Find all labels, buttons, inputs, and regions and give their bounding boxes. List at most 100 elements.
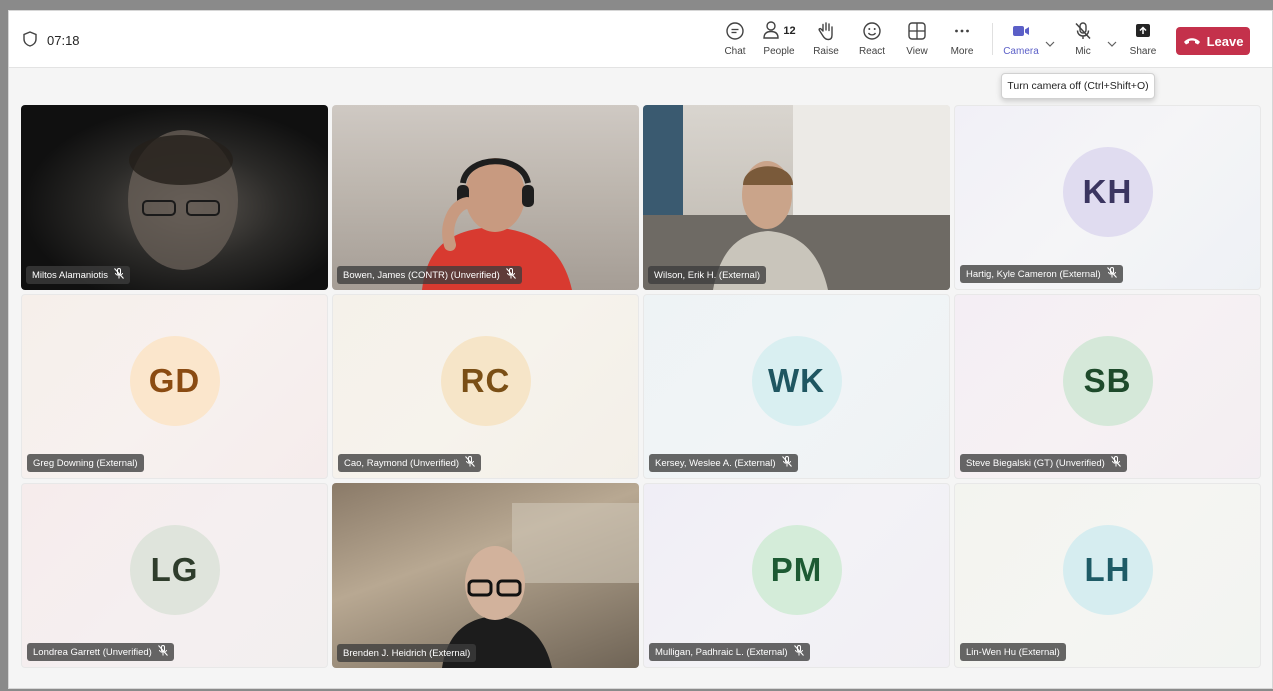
participant-tile-video[interactable]: Miltos Alamaniotis — [21, 105, 328, 290]
mic-muted-icon — [781, 456, 792, 470]
participant-name-tag: Steve Biegalski (GT) (Unverified) — [960, 454, 1127, 472]
participant-avatar: RC — [440, 336, 531, 426]
leave-label: Leave — [1206, 33, 1244, 49]
video-feed — [21, 105, 328, 290]
more-label: More — [950, 46, 974, 57]
video-feed — [332, 483, 639, 668]
participant-tile-avatar[interactable]: RC Cao, Raymond (Unverified) — [332, 294, 639, 479]
participant-name: Greg Downing (External) — [33, 457, 138, 469]
participant-name: Kersey, Weslee A. (External) — [655, 457, 776, 469]
mic-muted-icon — [1106, 267, 1117, 281]
participant-name: Brenden J. Heidrich (External) — [343, 647, 471, 659]
participant-silhouette — [442, 503, 639, 668]
participant-name: Mulligan, Padhraic L. (External) — [655, 646, 788, 658]
participant-silhouette — [128, 130, 238, 270]
participant-tile-video[interactable]: Brenden J. Heidrich (External) — [332, 483, 639, 668]
participant-avatar: GD — [129, 336, 220, 426]
smiley-icon — [862, 19, 882, 43]
meeting-timer: 07:18 — [23, 31, 80, 50]
react-button[interactable]: React — [850, 17, 894, 63]
raise-hand-icon — [817, 19, 835, 43]
mic-muted-icon — [465, 456, 476, 470]
share-button[interactable]: Share — [1121, 17, 1165, 63]
mic-options-chevron-icon[interactable] — [1105, 37, 1119, 51]
participant-avatar: WK — [751, 336, 842, 426]
chat-icon — [725, 19, 745, 43]
participant-name: Wilson, Erik H. (External) — [654, 269, 761, 281]
chat-label: Chat — [724, 46, 746, 57]
participant-avatar: PM — [751, 525, 842, 615]
participant-name-tag: Miltos Alamaniotis — [26, 266, 131, 284]
participant-name: Cao, Raymond (Unverified) — [344, 457, 460, 469]
participant-avatar: KH — [1062, 147, 1153, 237]
mic-muted-icon — [793, 645, 804, 659]
participant-silhouette — [643, 105, 950, 290]
share-icon — [1133, 19, 1153, 43]
mic-muted-icon — [114, 268, 124, 282]
mic-off-icon — [1073, 19, 1093, 43]
timer-text: 07:18 — [47, 33, 80, 48]
mic-muted-icon — [505, 268, 516, 282]
participant-tile-avatar[interactable]: KH Hartig, Kyle Cameron (External) — [954, 105, 1261, 290]
participant-tile-video[interactable]: Bowen, James (CONTR) (Unverified) — [332, 105, 639, 290]
participant-name: Lin-Wen Hu (External) — [966, 646, 1060, 658]
participant-name-tag: Bowen, James (CONTR) (Unverified) — [337, 266, 522, 284]
participant-silhouette — [422, 158, 572, 290]
mic-button[interactable]: Mic — [1061, 17, 1105, 63]
camera-button[interactable]: Camera — [999, 17, 1043, 63]
people-icon — [762, 20, 780, 43]
participant-tile-avatar[interactable]: LH Lin-Wen Hu (External) — [954, 483, 1261, 668]
raise-hand-button[interactable]: Raise — [804, 17, 848, 63]
participant-name: Steve Biegalski (GT) (Unverified) — [966, 457, 1105, 469]
more-button[interactable]: More — [940, 17, 984, 63]
chat-button[interactable]: Chat — [713, 17, 757, 63]
meeting-toolbar: 07:18 Chat 12 People Raise React View Mo… — [9, 11, 1272, 68]
participant-tile-avatar[interactable]: WK Kersey, Weslee A. (External) — [643, 294, 950, 479]
view-button[interactable]: View — [895, 17, 939, 63]
people-count: 12 — [783, 25, 796, 37]
camera-icon — [1011, 19, 1031, 43]
participant-tile-avatar[interactable]: PM Mulligan, Padhraic L. (External) — [643, 483, 950, 668]
camera-tooltip: Turn camera off (Ctrl+Shift+O) — [1001, 73, 1155, 99]
participant-avatar: SB — [1062, 336, 1153, 426]
participant-name-tag: Kersey, Weslee A. (External) — [649, 454, 798, 472]
hang-up-icon — [1183, 34, 1201, 49]
participant-name-tag: Cao, Raymond (Unverified) — [338, 454, 482, 472]
participant-tile-avatar[interactable]: LG Londrea Garrett (Unverified) — [21, 483, 328, 668]
participant-name: Hartig, Kyle Cameron (External) — [966, 268, 1101, 280]
participant-name-tag: Mulligan, Padhraic L. (External) — [649, 643, 810, 661]
participant-avatar: LH — [1062, 525, 1153, 615]
participant-tile-avatar[interactable]: SB Steve Biegalski (GT) (Unverified) — [954, 294, 1261, 479]
participant-name-tag: Londrea Garrett (Unverified) — [27, 643, 174, 661]
participant-avatar: LG — [129, 525, 220, 615]
participant-grid: Miltos Alamaniotis Bowen, James (CONTR) … — [21, 105, 1265, 668]
participant-name-tag: Lin-Wen Hu (External) — [960, 643, 1066, 661]
participant-name-tag: Hartig, Kyle Cameron (External) — [960, 265, 1123, 283]
participant-name: Londrea Garrett (Unverified) — [33, 646, 152, 658]
participant-name-tag: Brenden J. Heidrich (External) — [337, 644, 477, 662]
video-feed — [643, 105, 950, 290]
mic-muted-icon — [157, 645, 168, 659]
people-label: People — [763, 46, 795, 57]
shield-icon — [23, 31, 37, 50]
camera-options-chevron-icon[interactable] — [1043, 37, 1057, 51]
react-label: React — [858, 46, 886, 57]
share-label: Share — [1129, 46, 1157, 57]
toolbar-divider — [992, 23, 993, 55]
participant-tile-avatar[interactable]: GD Greg Downing (External) — [21, 294, 328, 479]
mic-label: Mic — [1075, 46, 1091, 57]
people-button[interactable]: 12 People — [757, 17, 801, 63]
participant-name-tag: Wilson, Erik H. (External) — [648, 266, 767, 284]
leave-button[interactable]: Leave — [1176, 27, 1250, 55]
participant-name: Miltos Alamaniotis — [32, 269, 109, 281]
video-feed — [332, 105, 639, 290]
grid-view-icon — [907, 19, 927, 43]
raise-label: Raise — [813, 46, 839, 57]
teams-meeting-window: 07:18 Chat 12 People Raise React View Mo… — [8, 10, 1273, 689]
participant-tile-video[interactable]: Wilson, Erik H. (External) — [643, 105, 950, 290]
more-icon — [952, 19, 972, 43]
mic-muted-icon — [1110, 456, 1121, 470]
camera-label: Camera — [1003, 46, 1039, 57]
participant-name-tag: Greg Downing (External) — [27, 454, 144, 472]
view-label: View — [906, 46, 928, 57]
